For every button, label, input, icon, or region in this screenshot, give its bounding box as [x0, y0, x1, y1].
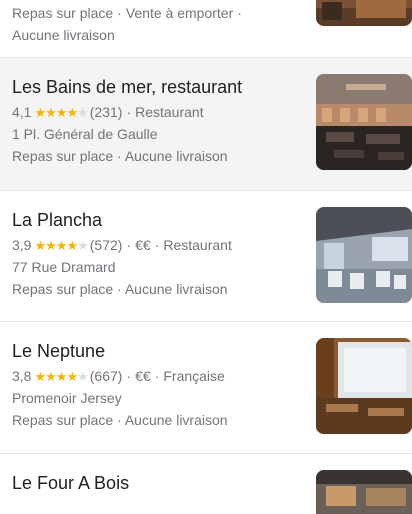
star-icon: ★ — [34, 369, 46, 384]
result-info: Repas sur place · Vente à emporter · Aucune… — [12, 2, 308, 46]
review-count[interactable]: (572) — [90, 237, 123, 253]
result-info: Les Bains de mer, restaurant 4,1 ★★★★★ (23… — [12, 76, 308, 167]
service-takeaway: Vente à emporter — [125, 5, 234, 21]
result-services: Repas sur place · Aucune livraison — [12, 412, 228, 428]
star-icon: ★ — [45, 238, 57, 253]
result-name[interactable]: Le Neptune — [12, 340, 308, 362]
star-rating-icon: ★★★★★ — [34, 236, 89, 256]
result-card[interactable]: La Plancha 3,9 ★★★★★ (572) · €€ · Restaurant 7… — [0, 191, 412, 322]
result-card[interactable]: Repas sur place · Vente à emporter · Aucune… — [0, 0, 412, 58]
result-rating-row: 3,8 ★★★★★ (667) · €€ · Française — [12, 366, 308, 387]
results-list: Repas sur place · Vente à emporter · Aucune… — [0, 0, 412, 514]
star-icon: ★ — [34, 105, 46, 120]
result-services: Repas sur place · Aucune livraison — [12, 148, 228, 164]
result-rating-row: 4,1 ★★★★★ (231) · Restaurant — [12, 102, 308, 123]
result-card[interactable]: Le Four A Bois — [0, 454, 412, 514]
star-icon: ★ — [55, 238, 68, 253]
separator: · — [154, 368, 160, 384]
star-icon: ★ — [34, 238, 46, 253]
star-icon: ★ — [45, 105, 57, 120]
star-icon: ★ — [45, 369, 57, 384]
result-services: Repas sur place · Aucune livraison — [12, 281, 228, 297]
star-icon: ★ — [77, 238, 89, 253]
star-rating-icon: ★★★★★ — [34, 367, 89, 387]
review-count[interactable]: (231) — [90, 104, 123, 120]
result-name[interactable]: La Plancha — [12, 209, 308, 231]
star-icon: ★ — [55, 369, 68, 384]
service-dine-in: Repas sur place — [12, 5, 114, 21]
star-icon: ★ — [77, 105, 89, 120]
result-category: Française — [163, 368, 225, 384]
result-rating-row: 3,9 ★★★★★ (572) · €€ · Restaurant — [12, 235, 308, 256]
result-photo[interactable] — [316, 338, 412, 434]
result-card[interactable]: Le Neptune 3,8 ★★★★★ (667) · €€ · Française Pr… — [0, 322, 412, 454]
separator: · — [237, 5, 242, 21]
result-photo[interactable] — [316, 0, 412, 26]
result-address: 77 Rue Dramard — [12, 259, 116, 275]
result-info: Le Four A Bois — [12, 472, 308, 494]
result-info: Le Neptune 3,8 ★★★★★ (667) · €€ · Française Pr… — [12, 340, 308, 431]
result-card[interactable]: Les Bains de mer, restaurant 4,1 ★★★★★ (23… — [0, 58, 412, 191]
separator: · — [154, 237, 160, 253]
star-icon: ★ — [66, 105, 78, 120]
star-icon: ★ — [66, 369, 78, 384]
star-icon: ★ — [77, 369, 89, 384]
result-category: Restaurant — [135, 104, 204, 120]
rating-value: 3,8 — [12, 368, 32, 384]
result-photo[interactable] — [316, 207, 412, 303]
star-icon: ★ — [55, 105, 68, 120]
separator: · — [126, 368, 132, 384]
result-address: Promenoir Jersey — [12, 390, 122, 406]
price-level: €€ — [135, 237, 151, 253]
result-photo[interactable] — [316, 470, 412, 514]
result-photo[interactable] — [316, 74, 412, 170]
price-level: €€ — [135, 368, 151, 384]
result-services: Repas sur place · Vente à emporter · — [12, 2, 308, 24]
result-services-2: Aucune livraison — [12, 27, 115, 43]
rating-value: 4,1 — [12, 104, 32, 120]
result-name[interactable]: Le Four A Bois — [12, 472, 308, 494]
star-icon: ★ — [66, 238, 78, 253]
rating-value: 3,9 — [12, 237, 32, 253]
result-address: 1 Pl. Général de Gaulle — [12, 126, 158, 142]
separator: · — [126, 237, 132, 253]
result-name[interactable]: Les Bains de mer, restaurant — [12, 76, 308, 98]
result-info: La Plancha 3,9 ★★★★★ (572) · €€ · Restaurant 7… — [12, 209, 308, 300]
review-count[interactable]: (667) — [90, 368, 123, 384]
star-rating-icon: ★★★★★ — [34, 103, 89, 123]
result-category: Restaurant — [163, 237, 232, 253]
separator: · — [117, 5, 122, 21]
separator: · — [126, 104, 132, 120]
